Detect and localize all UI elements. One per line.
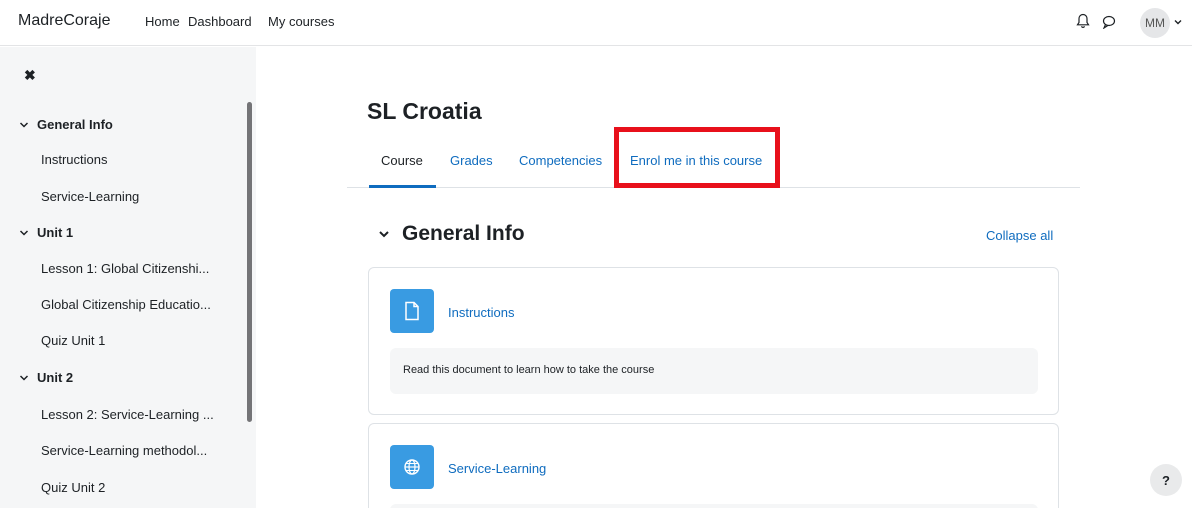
drawer-item-instructions[interactable]: Instructions (41, 152, 107, 167)
drawer-item-quiz-unit-2[interactable]: Quiz Unit 2 (41, 480, 105, 495)
drawer-section-unit-2[interactable]: Unit 2 (19, 370, 73, 385)
chevron-down-icon (19, 374, 29, 381)
chevron-down-icon[interactable] (1174, 18, 1182, 26)
drawer-section-label: Unit 2 (37, 370, 74, 385)
activity-card: Instructions Read this document to learn… (368, 267, 1059, 415)
tab-competencies[interactable]: Competencies (519, 153, 602, 168)
collapse-all-link[interactable]: Collapse all (986, 228, 1053, 243)
activity-description (390, 504, 1038, 508)
top-navbar: MadreCoraje Home Dashboard My courses MM (0, 0, 1192, 46)
file-icon (390, 289, 434, 333)
activity-description-text: Read this document to learn how to take … (403, 364, 655, 376)
help-button[interactable]: ? (1150, 464, 1182, 496)
nav-home[interactable]: Home (145, 14, 180, 29)
drawer-item-lesson-1[interactable]: Lesson 1: Global Citizenshi... (41, 261, 209, 276)
drawer-section-general-info[interactable]: General Info (19, 117, 113, 132)
section-header[interactable]: General Info (378, 222, 525, 246)
user-avatar[interactable]: MM (1140, 8, 1170, 38)
nav-my-courses[interactable]: My courses (268, 14, 334, 29)
activity-description: Read this document to learn how to take … (390, 348, 1038, 394)
highlight-box (614, 127, 780, 188)
site-brand[interactable]: MadreCoraje (18, 12, 110, 30)
close-icon[interactable]: ✖ (24, 67, 36, 84)
section-title: General Info (402, 222, 525, 245)
drawer-item-gce[interactable]: Global Citizenship Educatio... (41, 297, 211, 312)
drawer-item-service-learning[interactable]: Service-Learning (41, 189, 139, 204)
help-label: ? (1162, 472, 1170, 488)
course-index-drawer: ✖ General Info Instructions Service-Lear… (0, 47, 256, 508)
drawer-section-unit-1[interactable]: Unit 1 (19, 225, 73, 240)
drawer-section-label: Unit 1 (37, 225, 74, 240)
globe-icon (390, 445, 434, 489)
nav-dashboard[interactable]: Dashboard (188, 14, 252, 29)
drawer-item-quiz-unit-1[interactable]: Quiz Unit 1 (41, 333, 105, 348)
chevron-down-icon (19, 229, 29, 236)
drawer-scrollbar[interactable] (247, 102, 252, 422)
chat-icon[interactable] (1102, 15, 1116, 29)
activity-link-service-learning[interactable]: Service-Learning (448, 461, 546, 476)
chevron-down-icon[interactable] (378, 228, 390, 240)
tab-grades[interactable]: Grades (450, 153, 493, 168)
drawer-item-lesson-2[interactable]: Lesson 2: Service-Learning ... (41, 407, 214, 422)
activity-card: Service-Learning (368, 423, 1059, 508)
tab-course[interactable]: Course (381, 153, 423, 168)
avatar-initials: MM (1145, 16, 1165, 30)
drawer-item-sl-methodology[interactable]: Service-Learning methodol... (41, 443, 207, 458)
page-title: SL Croatia (367, 98, 482, 124)
drawer-section-label: General Info (37, 117, 113, 132)
activity-link-instructions[interactable]: Instructions (448, 305, 514, 320)
active-tab-indicator (369, 185, 436, 188)
bell-icon[interactable] (1076, 13, 1090, 29)
chevron-down-icon (19, 121, 29, 128)
